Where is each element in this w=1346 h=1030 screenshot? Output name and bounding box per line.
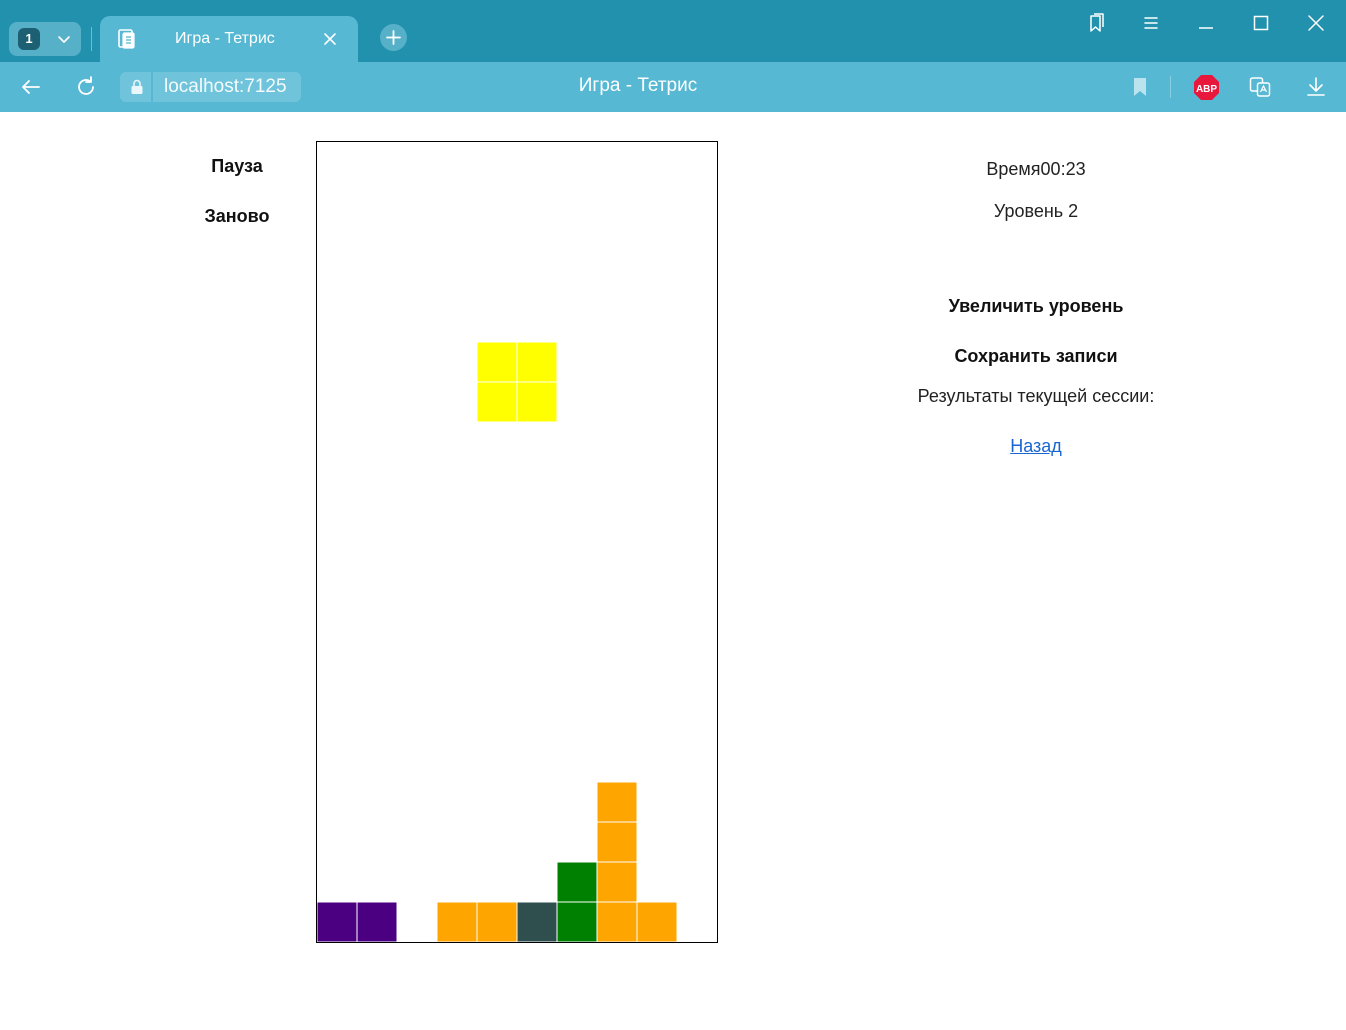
active-piece-block (476, 341, 518, 383)
document-icon (118, 29, 135, 49)
board-canvas (317, 341, 678, 942)
time-value: 00:23 (1040, 159, 1086, 179)
back-link[interactable]: Назад (1010, 436, 1062, 456)
address-separator (151, 72, 153, 102)
download-icon[interactable] (1304, 75, 1328, 99)
tab-count-badge: 1 (18, 28, 40, 50)
restart-button[interactable]: Заново (167, 206, 307, 227)
locked-block (436, 901, 478, 942)
tab-counter-button[interactable]: 1 (9, 22, 81, 56)
page-content: Пауза Заново Время00:23 Уровень 2 Увелич… (0, 112, 1346, 1030)
locked-block (636, 901, 678, 942)
locked-block (596, 821, 638, 863)
address-bar[interactable]: localhost:7125 (120, 72, 301, 102)
bookmarks-panel-icon[interactable] (1085, 12, 1107, 34)
save-records-button[interactable]: Сохранить записи (886, 346, 1186, 367)
tab-title: Игра - Тетрис (175, 30, 275, 47)
locked-block (556, 861, 598, 903)
maximize-icon[interactable] (1250, 12, 1272, 34)
level-label: Уровень (993, 201, 1064, 221)
timer-display: Время00:23 (886, 159, 1186, 180)
back-arrow-icon[interactable] (19, 75, 43, 99)
translate-icon[interactable] (1248, 75, 1272, 99)
url-text[interactable]: localhost:7125 (164, 76, 287, 98)
level-display: Уровень 2 (886, 201, 1186, 222)
bookmark-icon[interactable] (1128, 75, 1152, 99)
reload-icon[interactable] (74, 75, 98, 99)
browser-toolbar: localhost:7125 Игра - Тетрис ABP (0, 62, 1346, 112)
back-link-container: Назад (886, 436, 1186, 457)
time-label: Время (986, 159, 1041, 179)
locked-block (356, 901, 398, 942)
minimize-icon[interactable] (1195, 12, 1217, 34)
level-value: 2 (1068, 201, 1079, 221)
toolbar-separator (1170, 76, 1171, 98)
session-results-label: Результаты текущей сессии: (917, 386, 1155, 406)
lock-icon[interactable] (128, 78, 146, 96)
locked-block (596, 901, 638, 942)
close-window-icon[interactable] (1305, 12, 1327, 34)
locked-block (556, 901, 598, 942)
title-bar: 1 Игра - Тетрис (0, 0, 1346, 62)
locked-block (596, 861, 638, 903)
new-tab-button[interactable] (380, 24, 407, 51)
tab-active[interactable]: Игра - Тетрис (100, 16, 358, 62)
close-tab-icon[interactable] (322, 31, 338, 47)
adblock-icon[interactable]: ABP (1193, 74, 1220, 101)
plus-icon (386, 30, 401, 45)
active-piece-block (516, 341, 558, 383)
active-piece-block (516, 381, 558, 423)
active-piece-block (476, 381, 518, 423)
increase-level-button[interactable]: Увеличить уровень (886, 296, 1186, 317)
locked-block (516, 901, 558, 942)
menu-icon[interactable] (1140, 12, 1162, 34)
locked-block (596, 781, 638, 823)
locked-block (476, 901, 518, 942)
browser-window: 1 Игра - Тетрис localhost:7125 Игра - Те… (0, 0, 1346, 1030)
title-separator (91, 27, 92, 51)
tetris-board[interactable] (316, 141, 718, 943)
chevron-down-icon (58, 36, 70, 43)
adblock-label: ABP (1196, 84, 1217, 95)
toolbar-page-title: Игра - Тетрис (578, 75, 698, 96)
locked-block (317, 901, 358, 942)
pause-button[interactable]: Пауза (167, 156, 307, 177)
